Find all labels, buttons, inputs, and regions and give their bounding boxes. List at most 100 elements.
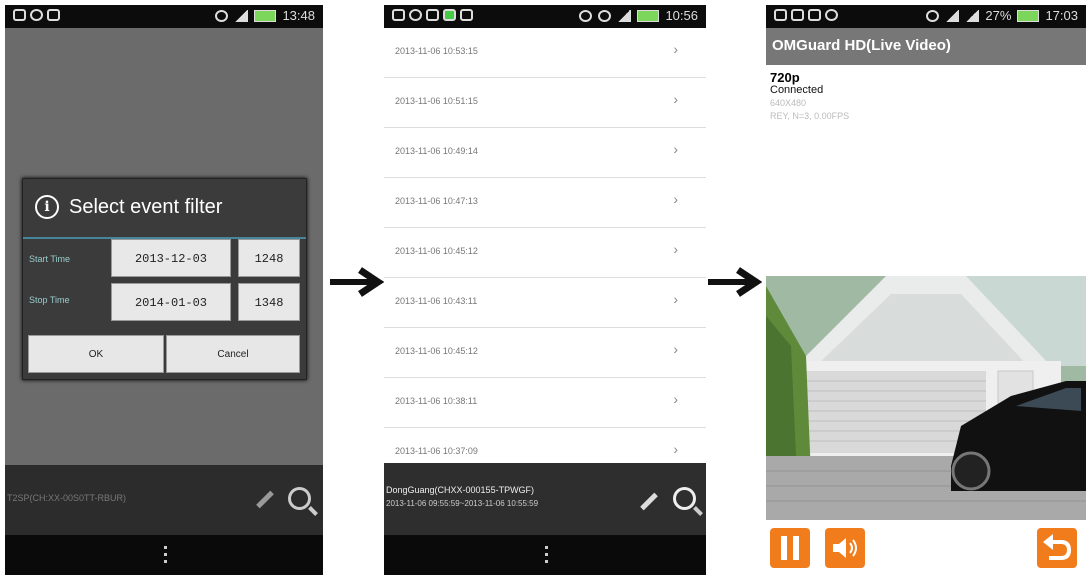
event-filter-dialog: i Select event filter Start Time 2013-12… (22, 178, 307, 380)
chevron-right-icon: › (673, 291, 678, 307)
list-item[interactable]: 2013-11-06 10:49:14 › (384, 128, 706, 178)
search-icon[interactable] (288, 487, 311, 510)
status-bar: 27% 17:03 (766, 5, 1086, 28)
device-range: 2013-11-06 09:55:59~2013-11-06 10:55:59 (386, 499, 539, 508)
ok-button[interactable]: OK (28, 335, 164, 373)
stop-time-button[interactable]: 1348 (238, 283, 300, 321)
edit-icon[interactable] (640, 492, 658, 511)
dimmed-background: i Select event filter Start Time 2013-12… (5, 28, 323, 465)
back-button[interactable] (1037, 528, 1077, 568)
status-time: 13:48 (282, 8, 315, 23)
stop-time-label: Stop Time (29, 295, 70, 305)
event-time: 2013-11-06 10:51:15 (395, 96, 478, 106)
audio-button[interactable] (825, 528, 865, 568)
stream-stats: REY, N=3, 0.00FPS (770, 111, 850, 121)
notification-icon (392, 9, 405, 21)
alarm-icon (926, 9, 940, 22)
pause-button[interactable] (770, 528, 810, 568)
wifi-icon (945, 9, 960, 22)
sync-icon (409, 9, 422, 21)
arrow-right-icon (330, 267, 384, 297)
app-title: OMGuard HD(Live Video) (772, 37, 951, 54)
alarm-icon (598, 9, 612, 22)
device-bar: T2SP(CH:XX-00S0TT-RBUR) (5, 465, 323, 535)
status-bar: 10:56 (384, 5, 706, 28)
search-icon[interactable] (673, 487, 696, 510)
dropbox-icon (808, 9, 821, 21)
undo-arrow-icon (1043, 534, 1072, 560)
list-item[interactable]: 2013-11-06 10:45:12 › (384, 328, 706, 378)
event-time: 2013-11-06 10:45:12 (395, 246, 478, 256)
event-time: 2013-11-06 10:38:11 (395, 396, 478, 406)
start-time-label: Start Time (29, 254, 71, 264)
dialog-title: i Select event filter (35, 195, 222, 219)
image-icon (791, 9, 804, 21)
event-time: 2013-11-06 10:47:13 (395, 196, 478, 206)
list-item[interactable]: 2013-11-06 10:53:15 › (384, 28, 706, 78)
battery-icon (637, 9, 660, 22)
status-time: 10:56 (665, 8, 698, 23)
list-item[interactable]: 2013-11-06 10:45:12 › (384, 228, 706, 278)
chevron-right-icon: › (673, 241, 678, 257)
frame-size: 640X480 (770, 98, 807, 108)
menu-dots-icon[interactable] (164, 546, 167, 564)
live-video-view[interactable] (766, 276, 1086, 520)
alarm-icon (215, 9, 229, 22)
event-time: 2013-11-06 10:43:11 (395, 296, 478, 306)
phone-event-list-screen: 10:56 2013-11-06 10:53:15 › 2013-11-06 10… (384, 5, 706, 575)
arrow-right-icon (708, 267, 762, 297)
battery-icon (1017, 9, 1040, 22)
battery-icon (254, 9, 277, 22)
event-time: 2013-11-06 10:53:15 (395, 46, 478, 56)
sync-status-icon (579, 9, 593, 22)
cancel-button[interactable]: Cancel (166, 335, 300, 373)
battery-percent: 27% (985, 8, 1012, 23)
signal-icon (234, 9, 249, 22)
menu-dots-icon[interactable] (545, 546, 548, 564)
video-frame-image (766, 276, 1086, 520)
start-time-button[interactable]: 1248 (238, 239, 300, 277)
speaker-icon (833, 538, 857, 558)
connection-status: Connected (770, 84, 824, 96)
list-item[interactable]: 2013-11-06 10:51:15 › (384, 78, 706, 128)
pause-icon-bar (793, 536, 799, 560)
nav-bar (384, 535, 706, 575)
signal-icon (617, 9, 632, 22)
phone-live-video-screen: 27% 17:03 OMGuard HD(Live Video) 720p Con… (766, 5, 1086, 575)
stop-date-button[interactable]: 2014-01-03 (111, 283, 231, 321)
status-time: 17:03 (1045, 8, 1078, 23)
event-time: 2013-11-06 10:37:09 (395, 446, 478, 456)
app-title-bar: OMGuard HD(Live Video) (766, 28, 1086, 65)
chevron-right-icon: › (673, 191, 678, 207)
event-time: 2013-11-06 10:45:12 (395, 346, 478, 356)
edit-icon[interactable] (256, 490, 274, 509)
sd-card-icon (460, 9, 473, 21)
device-name: DongGuang(CHXX-000155-TPWGF) (386, 485, 535, 495)
chevron-right-icon: › (673, 141, 678, 157)
dialog-title-text: Select event filter (69, 195, 223, 218)
chevron-right-icon: › (673, 91, 678, 107)
list-item[interactable]: 2013-11-06 10:47:13 › (384, 178, 706, 228)
chevron-right-icon: › (673, 441, 678, 457)
chevron-right-icon: › (673, 391, 678, 407)
device-text: T2SP(CH:XX-00S0TT-RBUR) (7, 493, 127, 503)
phone-event-filter-screen: 13:48 i Select event filter Start Time 2… (5, 5, 323, 575)
list-item[interactable]: 2013-11-06 10:38:11 › (384, 378, 706, 428)
list-item[interactable]: 2013-11-06 10:43:11 › (384, 278, 706, 328)
status-bar: 13:48 (5, 5, 323, 28)
event-list: 2013-11-06 10:53:15 › 2013-11-06 10:51:15… (384, 28, 706, 463)
resolution-label: 720p (770, 70, 800, 85)
sd-card-icon (47, 9, 60, 21)
chevron-right-icon: › (673, 341, 678, 357)
info-icon: i (35, 195, 59, 219)
chevron-right-icon: › (673, 41, 678, 57)
app-icon (825, 9, 838, 21)
pause-icon (781, 536, 787, 560)
nav-bar (5, 535, 323, 575)
device-bar: DongGuang(CHXX-000155-TPWGF) 2013-11-06 … (384, 463, 706, 535)
mail-icon (426, 9, 439, 21)
start-date-button[interactable]: 2013-12-03 (111, 239, 231, 277)
notification-icon (13, 9, 26, 21)
app-icon (443, 9, 456, 21)
notification-icon (774, 9, 787, 21)
